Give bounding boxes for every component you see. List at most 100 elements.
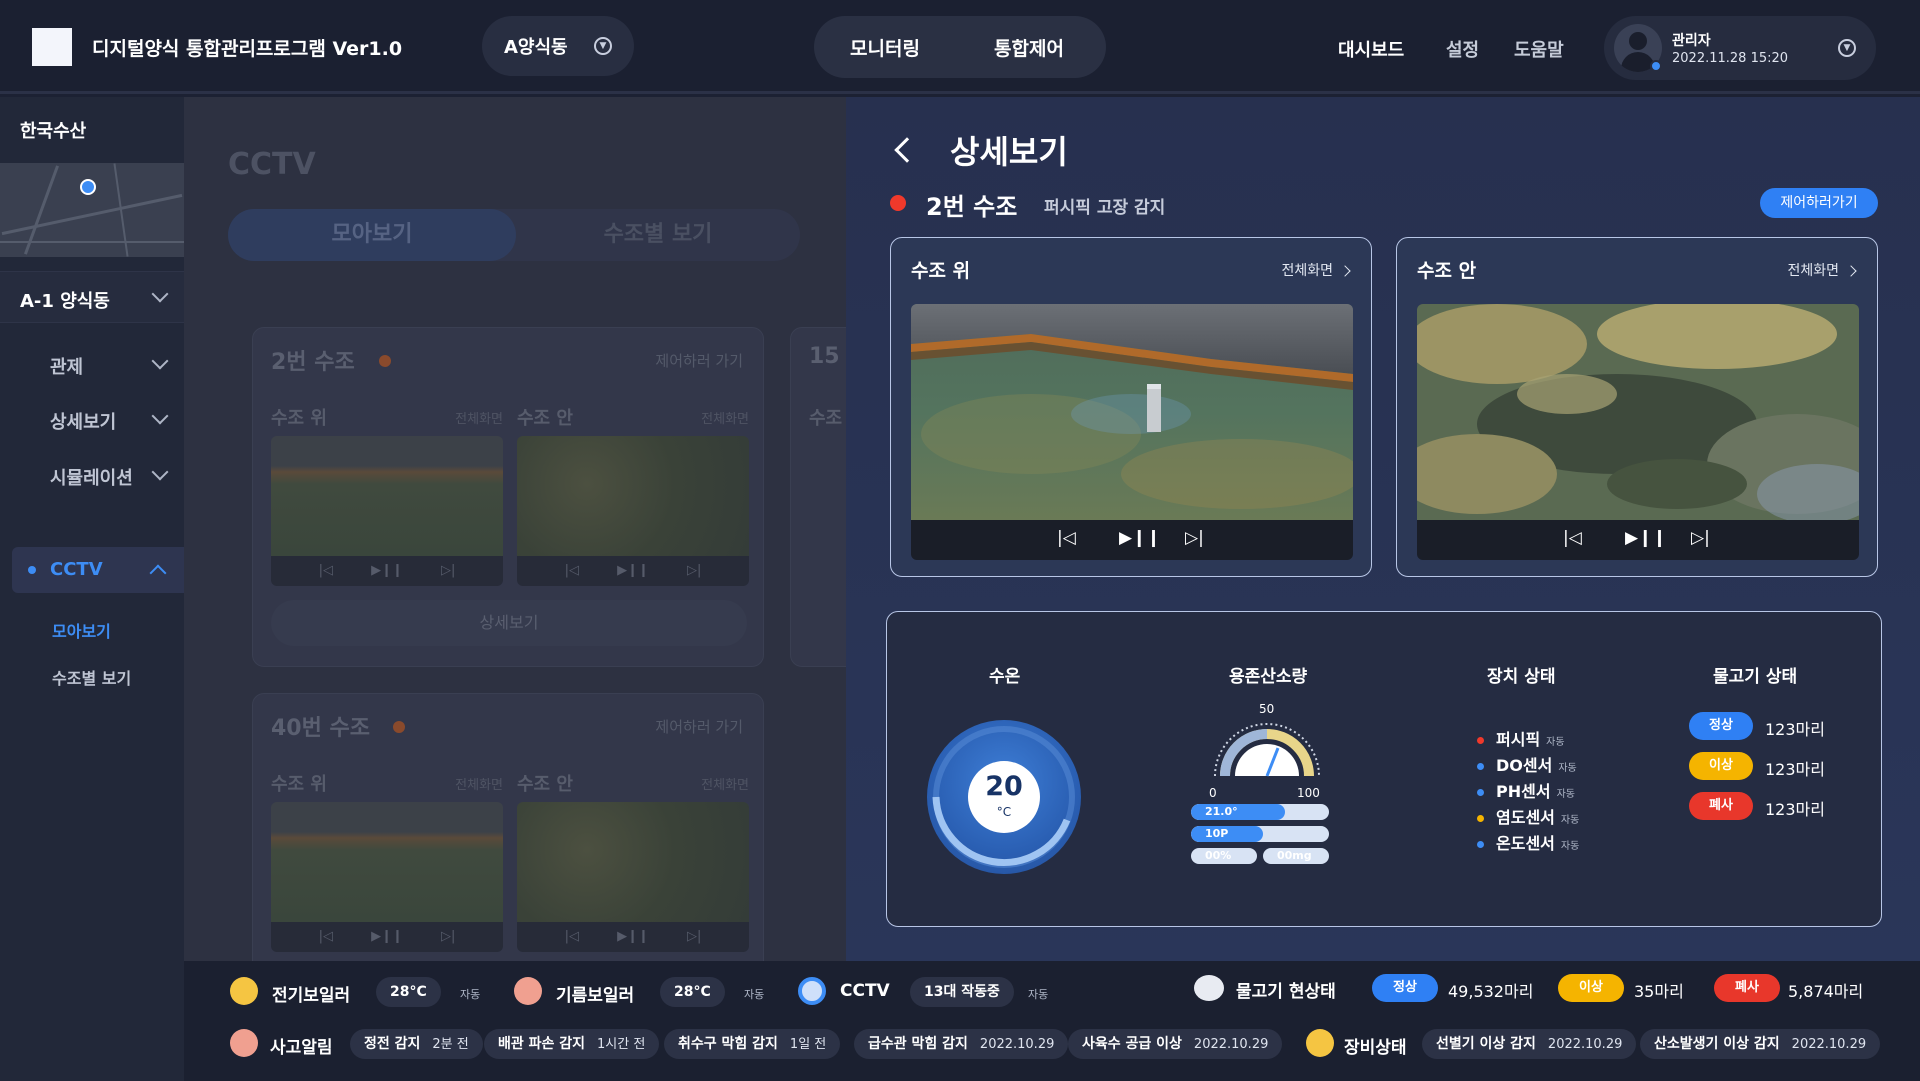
water-temp-unit: °C	[996, 805, 1012, 819]
camera-label: 수조 위	[271, 408, 327, 429]
sidebar: 한국수산 A-1 양식동 관제 상세보기 시뮬레이션 CCTV 모아보기 수조별…	[0, 97, 184, 1081]
detail-view-button[interactable]: 상세보기	[271, 600, 747, 646]
sidebar-section-label: A-1 양식동	[20, 291, 110, 312]
chevron-down-icon	[151, 463, 169, 481]
tab-integrated-control[interactable]: 통합제어	[994, 34, 1064, 61]
fish-icon	[1194, 975, 1224, 1001]
fish-count-normal: 49,532마리	[1448, 982, 1534, 1001]
mode-tabs: 모니터링 통합제어	[814, 16, 1106, 78]
fullscreen-link[interactable]: 전체화면	[455, 774, 503, 793]
farm-select[interactable]: A양식동 ▼	[482, 16, 634, 76]
next-button[interactable]: ▷|	[1185, 528, 1204, 548]
status-dot-icon	[1477, 763, 1484, 770]
app-title: 디지털양식 통합관리프로그램 Ver1.0	[92, 38, 403, 60]
bell-icon	[1306, 1029, 1334, 1057]
status-badge: 폐사	[1689, 792, 1753, 820]
device-row-pacific: 퍼시픽 자동	[1477, 726, 1565, 750]
tab-collected-view[interactable]: 모아보기	[228, 209, 516, 261]
user-datetime: 2022.11.28 15:20	[1672, 51, 1789, 66]
dissolved-oxygen-heading: 용존산소량	[1229, 667, 1308, 687]
go-control-link[interactable]: 제어하러 가기	[655, 716, 743, 737]
fullscreen-link[interactable]: 전체화면	[1281, 260, 1349, 280]
equipment-alert-item[interactable]: 선별기 이상 감지 2022.10.29	[1422, 1029, 1637, 1059]
oil-boiler-label: 기름보일러	[556, 986, 635, 1006]
go-control-link[interactable]: 제어하러 가기	[655, 350, 743, 371]
chevron-down-icon	[151, 407, 169, 425]
sidebar-sub-collected-view[interactable]: 모아보기	[52, 618, 111, 642]
back-arrow-icon[interactable]	[894, 137, 920, 163]
sidebar-section-a1[interactable]: A-1 양식동	[0, 271, 184, 323]
camera-feed: 수조 안 전체화면 |◁ ▶❙❙ ▷|	[517, 404, 749, 586]
camera-image-inside[interactable]	[1417, 304, 1859, 520]
fullscreen-link[interactable]: 전체화면	[701, 774, 749, 793]
player-controls: |◁ ▶❙❙ ▷|	[1417, 520, 1859, 560]
status-dot-icon	[1477, 789, 1484, 796]
go-control-button[interactable]: 제어하러가기	[1760, 188, 1878, 218]
device-row-salinity-sensor: 염도센서 자동	[1477, 804, 1579, 828]
electric-boiler-value: 28°C	[376, 977, 441, 1007]
bottom-status-bar: 전기보일러 28°C 자동 기름보일러 28°C 자동 CCTV 13대 작동중…	[184, 961, 1920, 1081]
device-row-do-sensor: DO센서 자동	[1477, 752, 1577, 776]
next-button[interactable]: ▷|	[1691, 528, 1710, 548]
fullscreen-link[interactable]: 전체화면	[1787, 260, 1855, 280]
alarm-item[interactable]: 사육수 공급 이상 2022.10.29	[1068, 1029, 1283, 1059]
tank-card: 2번 수조 제어하러 가기 수조 위 전체화면 |◁ ▶❙❙ ▷| 수조 안 전…	[252, 327, 764, 667]
tank-card-title: 2번 수조	[271, 350, 355, 375]
camera-image-top[interactable]	[911, 304, 1353, 520]
farm-select-value: A양식동	[504, 37, 568, 58]
camera-feed: 수조 위 전체화면 |◁ ▶❙❙ ▷|	[271, 404, 503, 586]
link-dashboard[interactable]: 대시보드	[1338, 36, 1404, 62]
oxygen-bar: 00mg	[1263, 848, 1329, 864]
sidebar-item-detail[interactable]: 상세보기	[50, 408, 116, 434]
accident-alarm-label: 사고알림	[270, 1038, 333, 1058]
link-help[interactable]: 도움말	[1514, 36, 1564, 62]
alarm-item[interactable]: 배관 파손 감지 1시간 전	[484, 1029, 660, 1059]
status-badge-dead: 폐사	[1714, 974, 1780, 1002]
tab-monitoring[interactable]: 모니터링	[850, 34, 920, 61]
water-temp-gauge: 20 °C	[927, 720, 1081, 874]
status-dot-icon	[1477, 815, 1484, 822]
cctv-mode: 자동	[1028, 988, 1049, 1001]
active-dot-icon	[28, 566, 36, 574]
page-title: CCTV	[228, 147, 316, 182]
lightning-icon	[230, 977, 258, 1005]
user-menu[interactable]: 관리자 2022.11.28 15:20 ▼	[1604, 16, 1876, 80]
fish-status-dead: 폐사 123마리	[1689, 792, 1869, 822]
tank-name: 2번 수조	[926, 193, 1018, 221]
sidebar-item-monitoring[interactable]: 관제	[50, 353, 83, 379]
fullscreen-link[interactable]: 전체화면	[455, 408, 503, 427]
alarm-item[interactable]: 정전 감지 2분 전	[350, 1029, 483, 1059]
oil-boiler-value: 28°C	[660, 977, 725, 1007]
sidebar-item-cctv[interactable]: CCTV	[12, 547, 184, 593]
fish-status-label: 물고기 현상태	[1236, 982, 1336, 1002]
view-tabs: 모아보기 수조별 보기	[228, 209, 800, 261]
equipment-alert-item[interactable]: 산소발생기 이상 감지 2022.10.29	[1640, 1029, 1881, 1059]
camera-image	[271, 802, 503, 922]
fish-status-normal: 정상 123마리	[1689, 712, 1869, 742]
company-name: 한국수산	[20, 121, 87, 142]
location-map[interactable]	[0, 163, 184, 257]
alarm-item[interactable]: 급수관 막힘 감지 2022.10.29	[854, 1029, 1069, 1059]
sidebar-sub-tank-view[interactable]: 수조별 보기	[52, 665, 131, 689]
player-controls: |◁ ▶❙❙ ▷|	[517, 922, 749, 952]
user-name: 관리자	[1672, 33, 1711, 49]
cctv-label: CCTV	[840, 981, 890, 1001]
status-badge: 이상	[1689, 752, 1753, 780]
tank-card: 40번 수조 제어하러 가기 수조 위 전체화면 |◁ ▶❙❙ ▷| 수조 안 …	[252, 693, 764, 961]
prev-button[interactable]: |◁	[1057, 528, 1076, 548]
alarm-item[interactable]: 취수구 막힘 감지 1일 전	[664, 1029, 841, 1059]
map-pin-icon	[80, 179, 96, 195]
gauge-mid-label: 50	[1259, 702, 1275, 716]
link-settings[interactable]: 설정	[1446, 36, 1479, 62]
oxygen-bar: 10P	[1191, 826, 1329, 842]
play-pause-button[interactable]: ▶❙❙	[1625, 528, 1667, 548]
oil-drop-icon	[514, 977, 542, 1005]
oil-boiler-mode: 자동	[744, 988, 765, 1001]
tab-tank-view[interactable]: 수조별 보기	[516, 209, 800, 261]
sidebar-item-simulation[interactable]: 시뮬레이션	[50, 464, 133, 490]
fish-count: 123마리	[1765, 720, 1825, 739]
play-pause-button[interactable]: ▶❙❙	[1119, 528, 1161, 548]
prev-button[interactable]: |◁	[1563, 528, 1582, 548]
camera-image	[517, 436, 749, 556]
fullscreen-link[interactable]: 전체화면	[701, 408, 749, 427]
